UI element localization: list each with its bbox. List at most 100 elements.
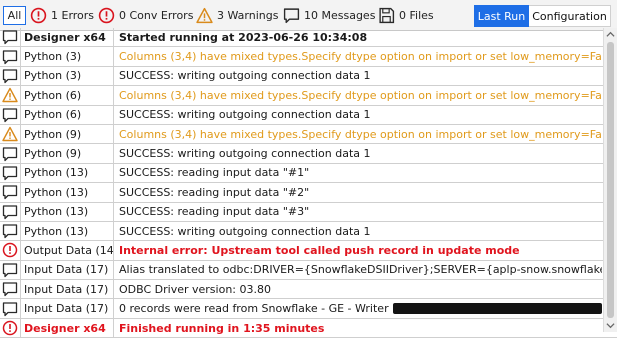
filter-all-label: All [7, 9, 22, 22]
error-icon [98, 7, 115, 23]
log-row-message: SUCCESS: writing outgoing connection dat… [114, 106, 602, 124]
log-row-message: SUCCESS: reading input data "#1" [114, 164, 602, 182]
log-row[interactable]: Python (13) SUCCESS: reading input data "… [0, 202, 617, 222]
tool-name: Python (13) [24, 166, 89, 180]
tool-name: Python (9) [24, 147, 82, 161]
message-text: SUCCESS: reading input data "#3" [119, 205, 310, 219]
log-row-message: Finished running in 1:35 minutes [114, 319, 602, 337]
tool-name: Python (13) [24, 224, 89, 238]
filter-files-button[interactable]: 0 Files [378, 5, 434, 25]
error-icon [2, 320, 18, 336]
log-row[interactable]: Python (6) Columns (3,4) have mixed types… [0, 86, 617, 106]
message-text: 0 records were read from Snowflake - GE … [119, 302, 389, 316]
message-text: Internal error: Upstream tool called pus… [119, 243, 520, 257]
tool-name: Python (6) [24, 88, 82, 102]
tool-name: Python (13) [24, 185, 89, 199]
log-row-message: Started running at 2023-06-26 10:34:08 [114, 28, 602, 46]
scroll-up-icon[interactable] [606, 30, 615, 39]
message-icon [2, 263, 18, 278]
redacted-text [392, 303, 602, 315]
log-row[interactable]: Input Data (17) ODBC Driver version: 03.8… [0, 280, 617, 300]
log-row[interactable]: Output Data (14) Internal error: Upstream… [0, 241, 617, 261]
log-row-icon-cell [0, 221, 21, 241]
log-row-message: SUCCESS: reading input data "#2" [114, 183, 602, 201]
log-row-tool: Python (3) [21, 66, 114, 86]
log-row-icon-cell [0, 299, 21, 318]
configuration-tab[interactable]: Configuration [529, 5, 611, 27]
log-row-icon-cell [0, 318, 21, 338]
log-row-tool: Python (6) [21, 86, 114, 105]
file-save-icon [379, 7, 395, 23]
log-row[interactable]: Python (13) SUCCESS: reading input data "… [0, 163, 617, 184]
message-text: Columns (3,4) have mixed types.Specify d… [119, 88, 602, 102]
log-row-icon-cell [0, 280, 21, 299]
message-icon [2, 302, 18, 316]
log-row-tool: Python (3) [21, 47, 114, 66]
errors-count-label: 1 Errors [51, 8, 95, 22]
message-text: SUCCESS: writing outgoing connection dat… [119, 224, 371, 238]
log-row[interactable]: Input Data (17) 0 records were read from … [0, 299, 617, 319]
message-text: Alias translated to odbc:DRIVER={Snowfla… [119, 263, 602, 277]
message-text: Finished running in 1:35 minutes [119, 321, 325, 335]
filter-errors-button[interactable]: 1 Errors [30, 5, 94, 25]
warning-icon [196, 7, 213, 23]
log-row-tool: Python (6) [21, 105, 114, 124]
message-text: SUCCESS: reading input data "#1" [119, 166, 310, 180]
message-text: SUCCESS: reading input data "#2" [119, 185, 310, 199]
message-icon [2, 69, 18, 84]
log-row[interactable]: Python (3) SUCCESS: writing outgoing conn… [0, 66, 617, 87]
configuration-label: Configuration [532, 9, 607, 23]
vertical-scrollbar[interactable] [603, 28, 617, 332]
log-row-icon-cell [0, 124, 21, 144]
message-text: ODBC Driver version: 03.80 [119, 282, 271, 296]
log-row-tool: Python (9) [21, 124, 114, 144]
log-row[interactable]: Designer x64 Finished running in 1:35 min… [0, 318, 617, 338]
log-row-tool: Input Data (17) [21, 260, 114, 280]
log-row-icon-cell [0, 163, 21, 183]
tool-name: Python (3) [24, 50, 82, 64]
log-row[interactable]: Designer x64 Started running at 2023-06-2… [0, 28, 617, 48]
log-row-tool: Input Data (17) [21, 299, 114, 318]
message-icon [2, 282, 18, 297]
filter-messages-button[interactable]: 10 Messages [283, 5, 375, 25]
log-row[interactable]: Input Data (17) Alias translated to odbc:… [0, 260, 617, 281]
last-run-tab[interactable]: Last Run [474, 5, 529, 27]
tool-name: Python (3) [24, 69, 82, 83]
log-row[interactable]: Python (13) SUCCESS: writing outgoing con… [0, 221, 617, 242]
scroll-down-icon[interactable] [606, 321, 615, 330]
log-row-tool: Output Data (14) [21, 241, 114, 260]
tool-name: Input Data (17) [24, 302, 109, 316]
log-row-message: 0 records were read from Snowflake - GE … [114, 299, 602, 317]
tool-name: Designer x64 [24, 321, 106, 335]
message-text: Columns (3,4) have mixed types.Specify d… [119, 127, 602, 141]
log-row[interactable]: Python (9) SUCCESS: writing outgoing conn… [0, 144, 617, 164]
last-run-label: Last Run [477, 9, 526, 23]
message-icon [2, 185, 18, 200]
log-row[interactable]: Python (3) Columns (3,4) have mixed types… [0, 47, 617, 67]
tool-name: Designer x64 [24, 30, 106, 44]
log-row-icon-cell [0, 28, 21, 47]
log-row-icon-cell [0, 105, 21, 124]
log-row-icon-cell [0, 260, 21, 280]
log-row-message: Columns (3,4) have mixed types.Specify d… [114, 86, 602, 104]
log-row-tool: Designer x64 [21, 28, 114, 47]
message-icon [2, 30, 18, 45]
scrollbar-thumb[interactable] [607, 42, 614, 318]
filter-conv-errors-button[interactable]: 0 Conv Errors [98, 5, 193, 25]
tool-name: Input Data (17) [24, 263, 109, 277]
warning-icon [2, 88, 18, 103]
message-text: SUCCESS: writing outgoing connection dat… [119, 147, 371, 161]
tool-name: Python (9) [24, 127, 82, 141]
message-icon [2, 205, 18, 219]
log-row-icon-cell [0, 47, 21, 66]
filter-warnings-button[interactable]: 3 Warnings [196, 5, 278, 25]
message-text: Started running at 2023-06-26 10:34:08 [119, 30, 368, 44]
log-row-tool: Python (13) [21, 202, 114, 221]
log-row[interactable]: Python (13) SUCCESS: reading input data "… [0, 183, 617, 203]
files-count-label: 0 Files [399, 8, 434, 22]
log-row[interactable]: Python (9) Columns (3,4) have mixed types… [0, 124, 617, 145]
error-icon [2, 243, 18, 258]
filter-all-button[interactable]: All [3, 6, 26, 25]
log-row[interactable]: Python (6) SUCCESS: writing outgoing conn… [0, 105, 617, 125]
log-row-icon-cell [0, 241, 21, 260]
